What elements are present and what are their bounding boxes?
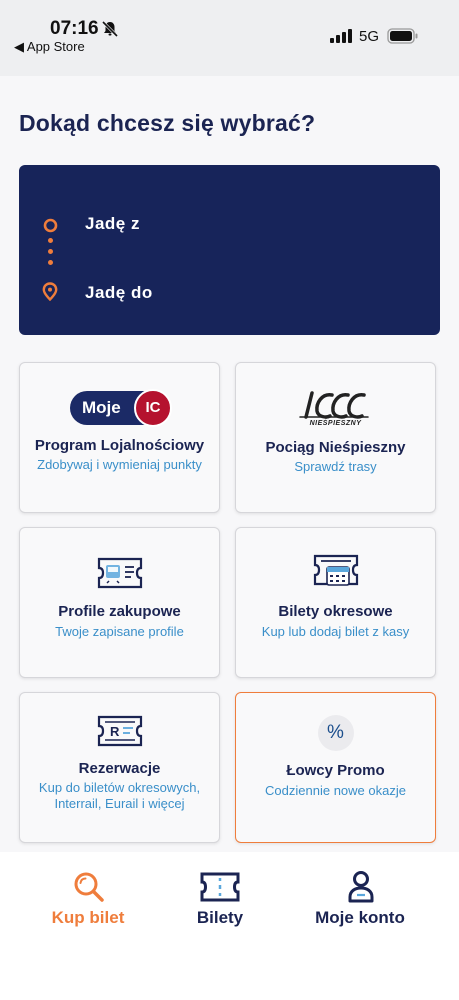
bottom-navigation: Kup bilet Bilety Moje konto [0, 852, 459, 1000]
ticket-r-icon: R [97, 714, 143, 752]
battery-icon [387, 28, 419, 48]
nav-label: Moje konto [315, 908, 405, 927]
nav-tickets[interactable]: Bilety [170, 852, 270, 932]
card-title: Pociąg Nieśpieszny [265, 439, 406, 456]
status-bar: 07:16 ◀ App Store 5G [0, 0, 459, 76]
user-icon [347, 870, 375, 908]
card-subtitle: Twoje zapisane profile [55, 624, 184, 639]
destination-pin-icon [42, 282, 58, 305]
purchase-profiles-card[interactable]: Profile zakupowe Twoje zapisane profile [19, 527, 220, 678]
route-search-box[interactable] [19, 165, 440, 335]
percent-icon: % [317, 715, 354, 751]
origin-circle-icon [43, 218, 58, 237]
card-title: Bilety okresowe [278, 603, 393, 620]
card-title: Profile zakupowe [58, 603, 181, 620]
card-subtitle: Zdobywaj i wymieniaj punkty [37, 457, 202, 472]
card-subtitle: Kup do biletów okresowych, Interrail, Eu… [38, 780, 201, 811]
status-time: 07:16 [50, 18, 99, 39]
card-title: Program Lojalnościowy [34, 437, 205, 454]
nav-label: Kup bilet [51, 908, 125, 927]
card-subtitle: Codziennie nowe okazje [265, 783, 406, 798]
ticket-train-icon [97, 555, 143, 595]
card-title: Rezerwacje [78, 760, 161, 777]
ticket-icon [200, 872, 240, 906]
season-tickets-card[interactable]: Bilety okresowe Kup lub dodaj bilet z ka… [235, 527, 436, 678]
card-subtitle: Sprawdź trasy [294, 459, 377, 474]
slow-train-card[interactable]: NIEŚPIESZNY Pociąg Nieśpieszny Sprawdź t… [235, 362, 436, 513]
route-dotted-line [48, 238, 53, 271]
back-to-app-store[interactable]: ◀ App Store [14, 39, 85, 55]
page-title: Dokąd chcesz się wybrać? [19, 110, 316, 136]
card-subtitle: Kup lub dodaj bilet z kasy [261, 624, 410, 639]
nav-my-account[interactable]: Moje konto [300, 852, 420, 932]
card-title: Łowcy Promo [286, 762, 385, 779]
promo-hunters-card[interactable]: % Łowcy Promo Codziennie nowe okazje [235, 692, 436, 843]
moje-ic-logo: Moje IC [70, 389, 172, 427]
search-icon [72, 870, 106, 908]
to-station-field[interactable]: Jadę do [85, 283, 153, 303]
logo-caption: NIEŚPIESZNY [309, 420, 362, 427]
icc-nieśpieszny-logo: NIEŚPIESZNY [296, 387, 376, 433]
loyalty-program-card[interactable]: Moje IC Program Lojalnościowy Zdobywaj i… [19, 362, 220, 513]
ic-logo-badge: IC [134, 389, 172, 427]
nav-buy-ticket[interactable]: Kup bilet [30, 852, 146, 932]
signal-icon [330, 29, 352, 43]
network-label: 5G [359, 28, 380, 45]
silent-bell-icon [101, 20, 119, 42]
nav-label: Bilety [196, 908, 244, 927]
from-station-field[interactable]: Jadę z [85, 214, 140, 234]
ticket-calendar-icon [313, 552, 359, 596]
reservations-card[interactable]: R Rezerwacje Kup do biletów okresowych, … [19, 692, 220, 843]
ticket-letter: R [110, 724, 120, 739]
